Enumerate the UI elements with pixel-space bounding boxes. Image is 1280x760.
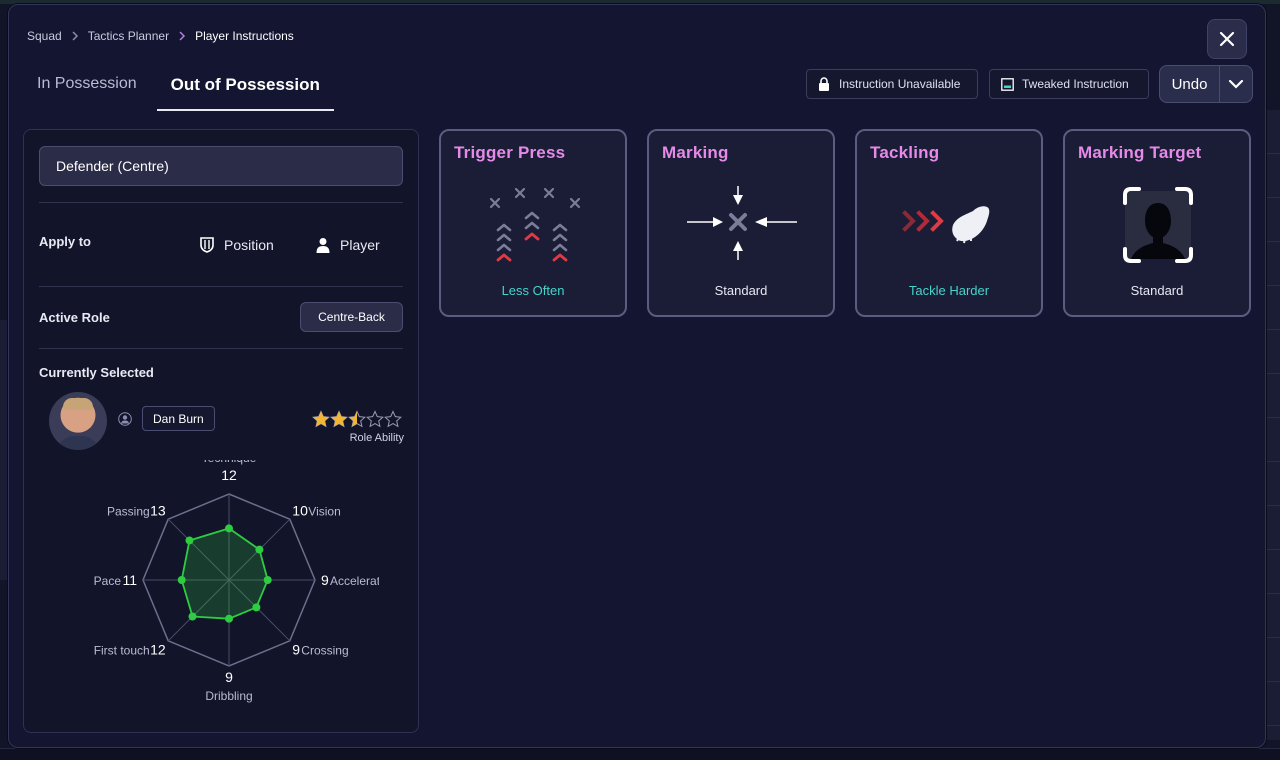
radar-point [225, 614, 233, 623]
position-dropdown[interactable]: Defender (Centre) [39, 146, 403, 186]
apply-player-option[interactable]: Player [314, 236, 380, 254]
undo-control: Undo [1159, 65, 1253, 103]
legend-tweaked-instruction: Tweaked Instruction [989, 69, 1149, 99]
background-app-left [0, 320, 8, 580]
legend-unavailable-label: Instruction Unavailable [839, 77, 961, 91]
close-icon [1219, 31, 1235, 47]
radar-point [177, 576, 186, 584]
active-role-label: Active Role [39, 310, 110, 325]
radar-point [263, 576, 272, 584]
apply-position-label: Position [224, 237, 274, 253]
breadcrumb-player-instructions: Player Instructions [195, 29, 294, 43]
attribute-value: 12 [150, 641, 166, 657]
lock-icon [817, 77, 831, 91]
instruction-card-trigger-press[interactable]: Trigger Press Less Often [439, 129, 627, 317]
attribute-value: 12 [221, 467, 237, 483]
player-avatar [49, 392, 107, 450]
role-ability-stars [312, 410, 402, 428]
star-empty-icon [384, 410, 402, 428]
attribute-value: 10 [292, 503, 308, 519]
active-role-button[interactable]: Centre-Back [300, 302, 403, 332]
background-app-right [1264, 110, 1280, 740]
marking-target-icon [1123, 187, 1193, 263]
marking-icon [687, 186, 797, 260]
player-name[interactable]: Dan Burn [142, 406, 215, 431]
instruction-card-tackling[interactable]: Tackling Tackle Harder [855, 129, 1043, 317]
card-value: Standard [1130, 283, 1184, 298]
card-title: Marking Target [1078, 143, 1202, 162]
tab-bar: In Possession Out of Possession [27, 67, 344, 111]
card-title: Marking [662, 143, 729, 162]
tab-in-possession[interactable]: In Possession [27, 67, 147, 111]
instruction-card-marking[interactable]: Marking Standard [647, 129, 835, 317]
undo-dropdown-button[interactable] [1220, 66, 1252, 102]
player-instructions-modal: Squad Tactics Planner Player Instruction… [8, 4, 1266, 748]
player-profile-icon[interactable] [118, 412, 132, 426]
star-filled-icon [312, 410, 330, 428]
attribute-value: 11 [122, 572, 137, 588]
star-half-icon [348, 410, 366, 428]
divider [39, 286, 403, 287]
attribute-name: Vision [308, 505, 340, 519]
attribute-radar-chart: Technique1210Vision9Acceleration9Crossin… [94, 460, 379, 703]
attribute-name: Passing [107, 505, 150, 519]
shield-icon [198, 236, 216, 254]
radar-point [185, 536, 194, 545]
chevron-right-icon [72, 31, 78, 41]
breadcrumb: Squad Tactics Planner Player Instruction… [27, 29, 300, 43]
attribute-name: Technique [202, 460, 257, 465]
attribute-value: 9 [321, 572, 329, 588]
card-title: Tackling [870, 143, 940, 162]
apply-position-option[interactable]: Position [198, 236, 274, 254]
chevron-down-icon [1228, 79, 1244, 89]
card-title: Trigger Press [454, 143, 566, 162]
radar-point [225, 524, 233, 533]
legend-tweaked-label: Tweaked Instruction [1022, 77, 1129, 91]
currently-selected-label: Currently Selected [39, 365, 154, 380]
card-value: Tackle Harder [908, 283, 990, 298]
player-panel: Defender (Centre) Apply to Position Play… [23, 129, 419, 733]
undo-button[interactable]: Undo [1160, 66, 1220, 102]
attribute-value: 13 [150, 503, 166, 519]
legend-instruction-unavailable: Instruction Unavailable [806, 69, 978, 99]
tweaked-icon [1000, 77, 1014, 91]
role-ability-label: Role Ability [349, 432, 404, 444]
attribute-name: Crossing [301, 643, 348, 657]
card-value: Standard [714, 283, 768, 298]
divider [39, 348, 403, 349]
attribute-name: Dribbling [205, 689, 252, 703]
tab-out-of-possession[interactable]: Out of Possession [156, 67, 334, 111]
breadcrumb-squad[interactable]: Squad [27, 29, 68, 43]
card-value: Less Often [501, 283, 565, 298]
radar-point [252, 603, 261, 612]
radar-point [255, 545, 264, 554]
star-filled-icon [330, 410, 348, 428]
attribute-name: Pace [94, 574, 122, 588]
person-icon [314, 236, 332, 254]
divider [39, 202, 403, 203]
attribute-name: Acceleration [330, 574, 379, 588]
attribute-value: 9 [292, 641, 300, 657]
radar-point [188, 612, 197, 621]
close-button[interactable] [1207, 19, 1247, 59]
instruction-card-marking-target[interactable]: Marking Target Standard [1063, 129, 1251, 317]
background-app-bottom [0, 748, 1280, 760]
attribute-name: First touch [94, 643, 150, 657]
star-empty-icon [366, 410, 384, 428]
chevron-right-icon [179, 31, 186, 41]
trigger-press-icon [489, 187, 581, 262]
apply-to-label: Apply to [39, 234, 91, 249]
breadcrumb-tactics-planner[interactable]: Tactics Planner [88, 29, 175, 43]
apply-player-label: Player [340, 237, 380, 253]
tackling-icon [902, 206, 990, 244]
attribute-value: 9 [225, 669, 233, 685]
